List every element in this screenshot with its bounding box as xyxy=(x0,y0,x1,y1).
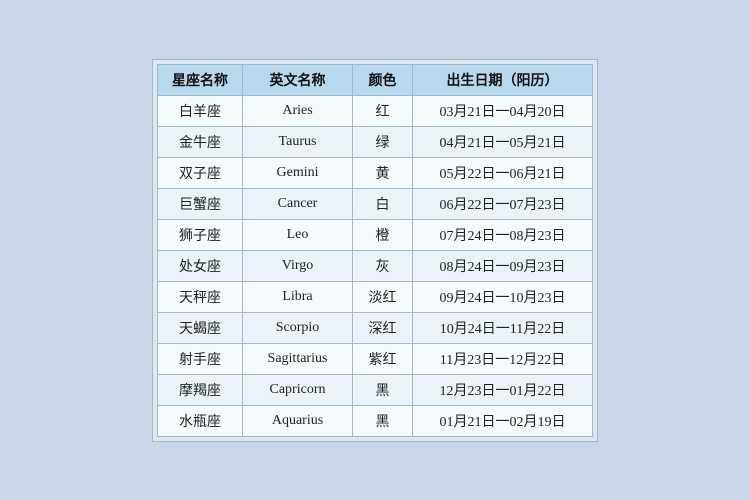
cell-chinese: 巨蟹座 xyxy=(158,188,243,219)
table-row: 摩羯座Capricorn黑12月23日一01月22日 xyxy=(158,374,593,405)
cell-color: 白 xyxy=(353,188,413,219)
cell-color: 紫红 xyxy=(353,343,413,374)
cell-english: Gemini xyxy=(243,157,353,188)
cell-english: Cancer xyxy=(243,188,353,219)
cell-chinese: 狮子座 xyxy=(158,219,243,250)
cell-chinese: 白羊座 xyxy=(158,95,243,126)
table-row: 射手座Sagittarius紫红11月23日一12月22日 xyxy=(158,343,593,374)
cell-dates: 01月21日一02月19日 xyxy=(413,405,593,436)
cell-color: 淡红 xyxy=(353,281,413,312)
table-row: 处女座Virgo灰08月24日一09月23日 xyxy=(158,250,593,281)
cell-chinese: 摩羯座 xyxy=(158,374,243,405)
cell-english: Aries xyxy=(243,95,353,126)
cell-dates: 07月24日一08月23日 xyxy=(413,219,593,250)
cell-chinese: 金牛座 xyxy=(158,126,243,157)
cell-chinese: 处女座 xyxy=(158,250,243,281)
cell-english: Scorpio xyxy=(243,312,353,343)
table-row: 巨蟹座Cancer白06月22日一07月23日 xyxy=(158,188,593,219)
table-header-row: 星座名称 英文名称 颜色 出生日期（阳历） xyxy=(158,64,593,95)
zodiac-table-container: 星座名称 英文名称 颜色 出生日期（阳历） 白羊座Aries红03月21日一04… xyxy=(152,59,598,442)
header-chinese: 星座名称 xyxy=(158,64,243,95)
cell-dates: 04月21日一05月21日 xyxy=(413,126,593,157)
cell-dates: 08月24日一09月23日 xyxy=(413,250,593,281)
cell-color: 深红 xyxy=(353,312,413,343)
cell-color: 灰 xyxy=(353,250,413,281)
cell-color: 绿 xyxy=(353,126,413,157)
zodiac-table: 星座名称 英文名称 颜色 出生日期（阳历） 白羊座Aries红03月21日一04… xyxy=(157,64,593,437)
cell-chinese: 水瓶座 xyxy=(158,405,243,436)
cell-chinese: 天蝎座 xyxy=(158,312,243,343)
cell-english: Capricorn xyxy=(243,374,353,405)
header-date: 出生日期（阳历） xyxy=(413,64,593,95)
cell-dates: 12月23日一01月22日 xyxy=(413,374,593,405)
cell-color: 黑 xyxy=(353,405,413,436)
table-row: 水瓶座Aquarius黑01月21日一02月19日 xyxy=(158,405,593,436)
header-color: 颜色 xyxy=(353,64,413,95)
table-row: 天蝎座Scorpio深红10月24日一11月22日 xyxy=(158,312,593,343)
cell-dates: 03月21日一04月20日 xyxy=(413,95,593,126)
table-row: 天秤座Libra淡红09月24日一10月23日 xyxy=(158,281,593,312)
cell-dates: 10月24日一11月22日 xyxy=(413,312,593,343)
cell-english: Taurus xyxy=(243,126,353,157)
cell-dates: 05月22日一06月21日 xyxy=(413,157,593,188)
table-row: 白羊座Aries红03月21日一04月20日 xyxy=(158,95,593,126)
table-row: 金牛座Taurus绿04月21日一05月21日 xyxy=(158,126,593,157)
cell-color: 黄 xyxy=(353,157,413,188)
cell-chinese: 双子座 xyxy=(158,157,243,188)
cell-color: 红 xyxy=(353,95,413,126)
cell-dates: 11月23日一12月22日 xyxy=(413,343,593,374)
table-row: 狮子座Leo橙07月24日一08月23日 xyxy=(158,219,593,250)
header-english: 英文名称 xyxy=(243,64,353,95)
cell-english: Sagittarius xyxy=(243,343,353,374)
cell-chinese: 天秤座 xyxy=(158,281,243,312)
cell-color: 橙 xyxy=(353,219,413,250)
cell-color: 黑 xyxy=(353,374,413,405)
cell-english: Virgo xyxy=(243,250,353,281)
cell-chinese: 射手座 xyxy=(158,343,243,374)
cell-dates: 06月22日一07月23日 xyxy=(413,188,593,219)
cell-english: Libra xyxy=(243,281,353,312)
cell-english: Leo xyxy=(243,219,353,250)
cell-dates: 09月24日一10月23日 xyxy=(413,281,593,312)
cell-english: Aquarius xyxy=(243,405,353,436)
table-row: 双子座Gemini黄05月22日一06月21日 xyxy=(158,157,593,188)
